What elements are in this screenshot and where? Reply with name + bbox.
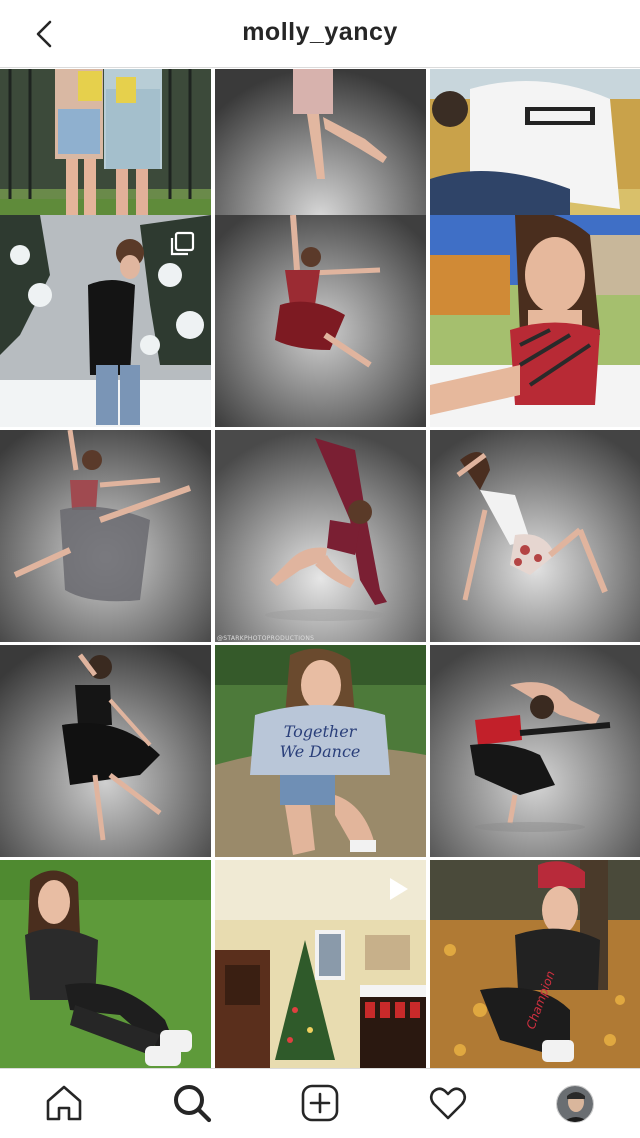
- activity-tab[interactable]: [426, 1081, 470, 1125]
- heart-icon: [429, 1087, 467, 1120]
- home-tab[interactable]: [42, 1081, 86, 1125]
- grid-post-14-christmas-video[interactable]: [215, 860, 426, 1068]
- photo-credit-watermark: @STARKPHOTOPRODUCTIONS: [217, 635, 315, 642]
- svg-text:We Dance: We Dance: [280, 742, 361, 761]
- grid-post-10-black-dress-dance[interactable]: [0, 645, 211, 857]
- grid-post-5-leap-red-skirt[interactable]: [215, 215, 426, 427]
- search-icon: [174, 1085, 212, 1123]
- grid-post-4-snow[interactable]: [0, 215, 211, 427]
- new-post-tab[interactable]: [298, 1081, 342, 1125]
- new-post-icon: [301, 1084, 339, 1122]
- bottom-tab-bar: [0, 1068, 640, 1138]
- grid-post-11-together-we-dance[interactable]: Together We Dance: [215, 645, 426, 857]
- grid-post-6-red-top-portrait[interactable]: [430, 215, 640, 427]
- home-icon: [46, 1085, 82, 1121]
- grid-post-8-floor-pose[interactable]: @STARKPHOTOPRODUCTIONS: [215, 430, 426, 642]
- top-navigation-bar: molly_yancy: [0, 0, 640, 68]
- profile-username-title: molly_yancy: [242, 18, 398, 46]
- photo-grid: @STARKPHOTOPRODUCTIONS Together We Dance…: [0, 69, 640, 1068]
- grid-post-7-leap-tulle[interactable]: [0, 430, 211, 642]
- grid-post-9-kneeling-pose[interactable]: [430, 430, 640, 642]
- grid-post-13-grass-sitting[interactable]: [0, 860, 211, 1068]
- grid-post-15-champion-leaves[interactable]: Champion: [430, 860, 640, 1068]
- svg-text:Together: Together: [284, 722, 358, 741]
- profile-tab-avatar[interactable]: [556, 1085, 594, 1123]
- carousel-icon: [167, 229, 197, 259]
- grid-post-12-contortion-pose[interactable]: [430, 645, 640, 857]
- video-play-icon: [382, 874, 412, 904]
- search-tab[interactable]: [170, 1081, 214, 1125]
